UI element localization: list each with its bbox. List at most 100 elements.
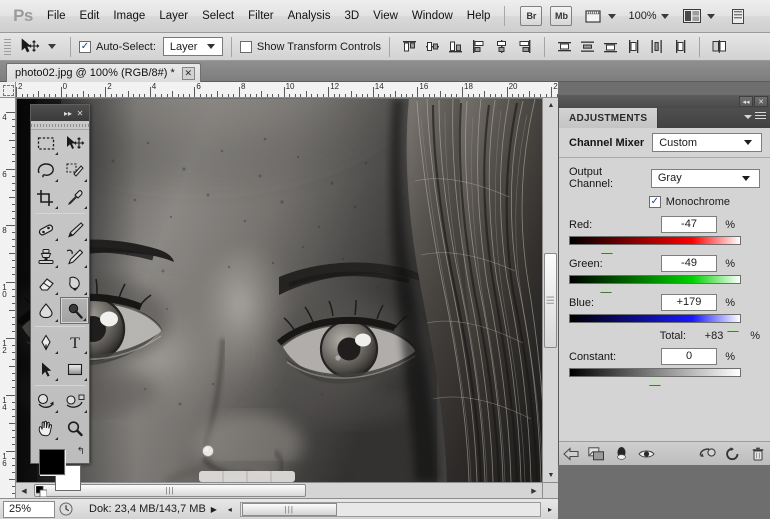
history-brush-tool[interactable] — [60, 243, 89, 270]
delete-adjustment-layer-icon[interactable] — [745, 443, 770, 465]
return-to-adjustment-list-icon[interactable] — [559, 443, 584, 465]
vertical-ruler[interactable]: 46810121416 — [0, 98, 16, 498]
arrange-documents-icon[interactable] — [681, 7, 703, 25]
path-selection-tool[interactable] — [31, 356, 60, 383]
auto-align-layers-icon[interactable] — [709, 36, 730, 57]
distribute-bottom-edges-icon[interactable] — [600, 36, 621, 57]
preview-toggle-icon[interactable] — [609, 443, 634, 465]
image-canvas[interactable] — [17, 99, 547, 482]
clone-stamp-tool[interactable] — [31, 243, 60, 270]
launch-mini-bridge-button[interactable]: Mb — [550, 6, 572, 26]
blue-value-input[interactable]: +179 — [661, 294, 717, 311]
scroll-left-arrow-icon[interactable]: ◀ — [16, 483, 32, 499]
canvas-horizontal-scrollbar[interactable]: ◀ ||| ▶ — [16, 482, 542, 498]
quick-selection-tool[interactable] — [60, 157, 89, 184]
show-transform-controls-checkbox[interactable] — [240, 41, 252, 53]
vertical-scroll-thumb[interactable]: ||| — [544, 253, 557, 348]
swap-colors-icon[interactable]: ↰ — [77, 446, 85, 457]
menu-layer[interactable]: Layer — [152, 7, 195, 25]
horizontal-ruler[interactable]: 20246810121416182022 — [16, 82, 558, 98]
crop-tool[interactable] — [31, 184, 60, 211]
constant-slider-track[interactable] — [569, 368, 741, 377]
rectangle-tool[interactable] — [60, 356, 89, 383]
red-slider-thumb[interactable] — [601, 245, 613, 253]
menu-file[interactable]: File — [40, 7, 73, 25]
red-slider-track[interactable] — [569, 236, 741, 245]
blur-tool[interactable] — [31, 297, 60, 324]
gradient-tool[interactable] — [60, 270, 89, 297]
green-slider-thumb[interactable] — [600, 284, 612, 292]
status-scroll-left-icon[interactable]: ◂ — [222, 505, 238, 514]
zoom-tool[interactable] — [60, 415, 89, 442]
hand-tool[interactable] — [31, 415, 60, 442]
eraser-tool[interactable] — [31, 270, 60, 297]
collapse-icon[interactable]: ▸▸ — [62, 107, 74, 119]
default-colors-icon[interactable] — [36, 486, 47, 497]
align-vertical-centers-icon[interactable] — [422, 36, 443, 57]
align-top-edges-icon[interactable] — [399, 36, 420, 57]
menu-3d[interactable]: 3D — [337, 7, 366, 25]
reset-to-previous-state-icon[interactable] — [695, 443, 720, 465]
zoom-input[interactable]: 25% — [3, 501, 55, 518]
menu-analysis[interactable]: Analysis — [281, 7, 338, 25]
menu-image[interactable]: Image — [106, 7, 152, 25]
constant-value-input[interactable]: 0 — [661, 348, 717, 365]
zoom-level-value[interactable]: 100% — [628, 10, 656, 22]
menu-edit[interactable]: Edit — [73, 7, 107, 25]
constant-slider-thumb[interactable] — [649, 377, 661, 385]
green-slider-track[interactable] — [569, 275, 741, 284]
red-value-input[interactable]: -47 — [661, 216, 717, 233]
scroll-up-arrow-icon[interactable]: ▲ — [543, 98, 559, 112]
auto-select-checkbox[interactable]: ✓ — [79, 41, 91, 53]
clip-to-layer-icon[interactable] — [584, 443, 609, 465]
move-tool-icon[interactable] — [16, 36, 44, 58]
rectangular-marquee-tool[interactable] — [31, 130, 60, 157]
options-bar-grip[interactable] — [4, 37, 11, 57]
tools-palette-header[interactable]: ▸▸ ✕ — [31, 105, 89, 121]
output-channel-dropdown[interactable]: Gray — [651, 169, 760, 188]
zoom-chevron-down-icon[interactable] — [661, 14, 669, 19]
eyedropper-tool[interactable] — [60, 184, 89, 211]
status-scroll-right-icon[interactable]: ▸ — [542, 505, 558, 514]
distribute-top-edges-icon[interactable] — [554, 36, 575, 57]
view-extras-icon[interactable] — [582, 7, 604, 25]
scroll-down-arrow-icon[interactable]: ▼ — [543, 468, 559, 482]
menu-select[interactable]: Select — [195, 7, 241, 25]
toggle-layer-visibility-icon[interactable] — [634, 443, 659, 465]
launch-bridge-button[interactable]: Br — [520, 6, 542, 26]
align-right-edges-icon[interactable] — [514, 36, 535, 57]
distribute-horizontal-centers-icon[interactable] — [646, 36, 667, 57]
workspace-switcher-icon[interactable] — [727, 7, 749, 25]
tool-preset-chevron-down-icon[interactable] — [48, 44, 56, 49]
distribute-left-edges-icon[interactable] — [623, 36, 644, 57]
view-extras-chevron-down-icon[interactable] — [608, 14, 616, 19]
distribute-vertical-centers-icon[interactable] — [577, 36, 598, 57]
preset-dropdown[interactable]: Custom — [652, 133, 762, 152]
foreground-color-swatch[interactable] — [39, 449, 65, 475]
tools-palette-grip[interactable] — [31, 121, 89, 130]
menu-view[interactable]: View — [366, 7, 405, 25]
horizontal-type-tool[interactable]: T — [60, 329, 89, 356]
close-panel-icon[interactable]: ✕ — [754, 96, 768, 107]
monochrome-checkbox[interactable]: ✓ — [649, 196, 661, 208]
3d-rotate-tool[interactable] — [31, 388, 60, 415]
menu-filter[interactable]: Filter — [241, 7, 281, 25]
status-scroll-thumb[interactable]: ||| — [242, 503, 337, 516]
scroll-right-arrow-icon[interactable]: ▶ — [526, 483, 542, 499]
auto-select-scope-dropdown[interactable]: Layer — [163, 37, 223, 56]
move-tool[interactable] — [60, 130, 89, 157]
status-popup-arrow-icon[interactable]: ▶ — [206, 505, 222, 514]
status-scrollbar[interactable]: ||| — [240, 502, 541, 517]
distribute-right-edges-icon[interactable] — [669, 36, 690, 57]
ruler-origin-corner[interactable] — [0, 82, 16, 98]
align-left-edges-icon[interactable] — [468, 36, 489, 57]
tab-adjustments[interactable]: ADJUSTMENTS — [559, 108, 658, 128]
menu-help[interactable]: Help — [460, 7, 498, 25]
canvas-vertical-scrollbar[interactable]: ▲ ||| ▼ — [542, 98, 558, 482]
arrange-chevron-down-icon[interactable] — [707, 14, 715, 19]
panel-menu-icon[interactable] — [744, 112, 766, 121]
spot-healing-brush-tool[interactable] — [31, 216, 60, 243]
menu-window[interactable]: Window — [405, 7, 460, 25]
reset-adjustment-icon[interactable] — [720, 443, 745, 465]
align-horizontal-centers-icon[interactable] — [491, 36, 512, 57]
